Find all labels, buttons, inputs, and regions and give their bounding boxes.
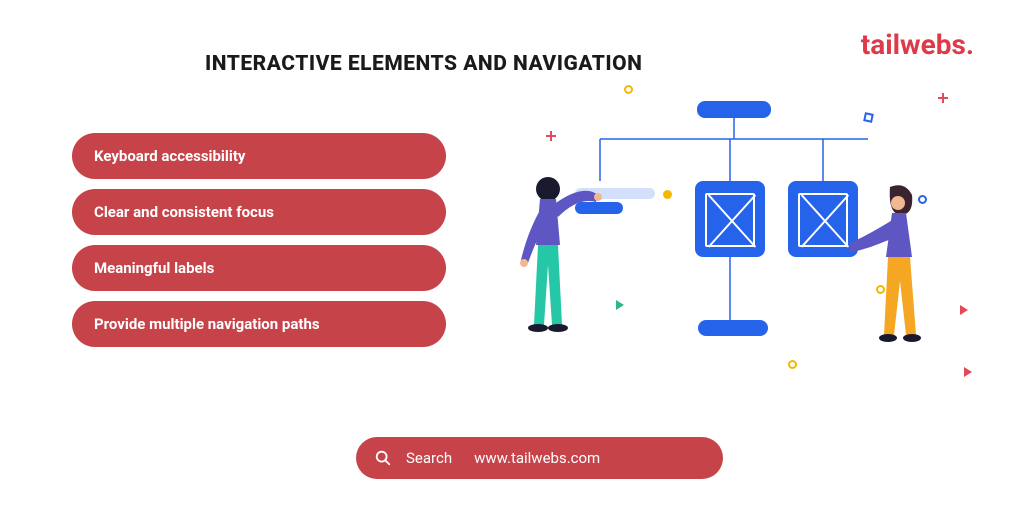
- shape-triangle-icon: [960, 305, 968, 315]
- search-icon: [374, 449, 392, 467]
- shape-plus-icon: [546, 131, 556, 141]
- shape-plus-icon: [938, 93, 948, 103]
- shape-triangle-icon: [616, 300, 624, 310]
- search-bar[interactable]: Search www.tailwebs.com: [356, 437, 723, 479]
- feature-pill: Meaningful labels: [72, 245, 446, 291]
- feature-pill-list: Keyboard accessibility Clear and consist…: [72, 133, 446, 347]
- person-left: [498, 175, 618, 415]
- search-value: www.tailwebs.com: [474, 449, 600, 467]
- dot-yellow: [663, 190, 672, 199]
- node-card-b: [788, 181, 858, 257]
- shape-triangle-icon: [964, 367, 972, 377]
- pill-label: Meaningful labels: [94, 259, 214, 277]
- brand-logo: tailwebs.: [861, 28, 974, 61]
- node-card-a: [695, 181, 765, 257]
- shape-square-icon: [863, 112, 874, 123]
- feature-pill: Clear and consistent focus: [72, 189, 446, 235]
- feature-pill: Keyboard accessibility: [72, 133, 446, 179]
- pill-label: Keyboard accessibility: [94, 147, 245, 165]
- shape-circle-icon: [918, 195, 927, 204]
- node-bottom: [698, 320, 768, 336]
- person-right: [850, 185, 970, 415]
- pill-label: Clear and consistent focus: [94, 203, 274, 221]
- feature-pill: Provide multiple navigation paths: [72, 301, 446, 347]
- shape-circle-icon: [624, 85, 633, 94]
- search-label: Search: [406, 449, 452, 467]
- page-title: INTERACTIVE ELEMENTS AND NAVIGATION: [205, 52, 642, 76]
- pill-label: Provide multiple navigation paths: [94, 315, 320, 333]
- hero-illustration: [508, 85, 1024, 425]
- shape-circle-icon: [876, 285, 885, 294]
- node-top: [697, 101, 771, 118]
- shape-circle-icon: [788, 360, 797, 369]
